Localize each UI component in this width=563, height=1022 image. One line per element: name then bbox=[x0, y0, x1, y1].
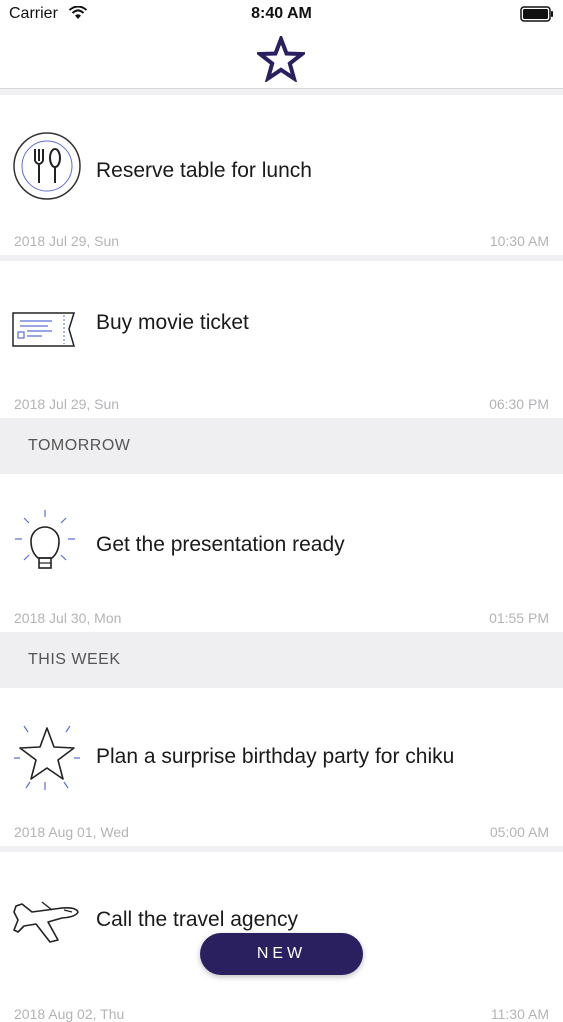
airplane-icon bbox=[12, 898, 82, 951]
task-list: Reserve table for lunch 2018 Jul 29, Sun… bbox=[0, 89, 563, 1022]
task-date: 2018 Aug 01, Wed bbox=[14, 824, 129, 840]
task-time: 01:55 PM bbox=[489, 610, 549, 626]
nav-bar bbox=[0, 30, 563, 89]
task-item[interactable]: Reserve table for lunch 2018 Jul 29, Sun… bbox=[0, 95, 563, 255]
task-title: Plan a surprise birthday party for chiku bbox=[96, 745, 455, 768]
task-item[interactable]: Call the travel agency 2018 Aug 02, Thu … bbox=[0, 852, 563, 1022]
star-logo-icon bbox=[254, 33, 308, 87]
task-time: 05:00 AM bbox=[489, 824, 549, 840]
battery-icon bbox=[520, 6, 554, 27]
task-time: 06:30 PM bbox=[489, 396, 549, 412]
task-item[interactable]: Buy movie ticket 2018 Jul 29, Sun 06:30 … bbox=[0, 261, 563, 418]
section-label: THIS WEEK bbox=[28, 651, 121, 668]
lightbulb-icon bbox=[12, 508, 78, 583]
status-bar: Carrier 8:40 AM bbox=[0, 0, 563, 30]
task-date: 2018 Jul 30, Mon bbox=[14, 610, 122, 626]
task-title: Reserve table for lunch bbox=[96, 159, 312, 182]
task-title: Call the travel agency bbox=[96, 908, 298, 931]
task-date: 2018 Jul 29, Sun bbox=[14, 233, 120, 249]
task-time: 11:30 AM bbox=[490, 1006, 549, 1022]
new-task-button[interactable]: NEW bbox=[200, 933, 363, 975]
restaurant-plate-icon bbox=[12, 131, 82, 206]
ticket-icon bbox=[12, 309, 82, 356]
clock-label: 8:40 AM bbox=[251, 5, 312, 22]
task-item[interactable]: Get the presentation ready 2018 Jul 30, … bbox=[0, 474, 563, 632]
star-icon bbox=[12, 722, 82, 797]
section-label: TOMORROW bbox=[28, 437, 131, 454]
task-item[interactable]: Plan a surprise birthday party for chiku… bbox=[0, 688, 563, 846]
task-date: 2018 Jul 29, Sun bbox=[14, 396, 120, 412]
task-time: 10:30 AM bbox=[489, 233, 549, 249]
section-header-this-week: THIS WEEK bbox=[0, 632, 563, 688]
section-header-tomorrow: TOMORROW bbox=[0, 418, 563, 474]
task-title: Buy movie ticket bbox=[96, 311, 249, 334]
task-title: Get the presentation ready bbox=[96, 533, 345, 556]
task-date: 2018 Aug 02, Thu bbox=[14, 1006, 125, 1022]
